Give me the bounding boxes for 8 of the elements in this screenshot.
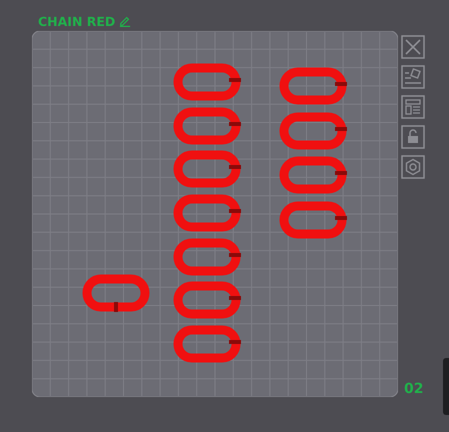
pencil-icon[interactable] (119, 15, 132, 27)
padlock-icon[interactable] (401, 125, 425, 149)
layout-icon[interactable] (401, 95, 425, 119)
arrange-icon[interactable] (401, 65, 425, 89)
plate-title: CHAIN RED (38, 14, 116, 28)
close-icon[interactable] (401, 35, 425, 59)
plate-number: 02 (403, 381, 424, 397)
settings-icon[interactable] (401, 155, 425, 179)
